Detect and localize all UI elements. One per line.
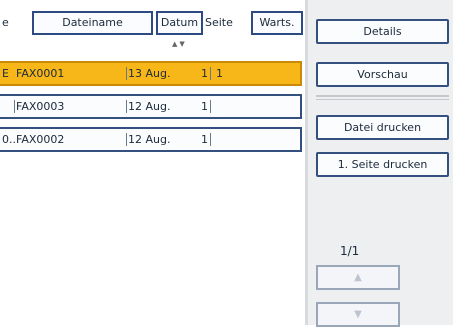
row-date: 12 Aug. — [128, 100, 171, 113]
column-header-filename[interactable]: Dateiname — [32, 11, 153, 35]
sort-direction-icon: ▲▼ — [172, 40, 187, 48]
row-prefix: 0.. — [2, 133, 16, 146]
arrow-up-icon: ▲ — [354, 272, 362, 283]
row-wait: 1 — [216, 67, 223, 80]
cell-divider — [210, 67, 211, 80]
row-date: 13 Aug. — [128, 67, 171, 80]
row-pages: 1 — [201, 133, 208, 146]
cell-divider — [210, 100, 211, 113]
page-down-button[interactable]: ▼ — [316, 302, 400, 327]
arrow-down-icon: ▼ — [354, 309, 362, 320]
table-row[interactable]: FAX0003 12 Aug. 1 — [0, 94, 302, 119]
page-indicator: 1/1 — [340, 244, 360, 258]
cell-divider — [126, 100, 127, 113]
column-header-pages: Seite — [205, 16, 233, 29]
column-header-date[interactable]: Datum — [156, 11, 203, 35]
details-button[interactable]: Details — [316, 19, 449, 44]
divider — [316, 95, 449, 97]
row-filename: FAX0001 — [16, 67, 65, 80]
action-panel: Details Vorschau Datei drucken 1. Seite … — [308, 0, 453, 327]
table-row[interactable]: 0.. FAX0002 12 Aug. 1 — [0, 127, 302, 152]
row-pages: 1 — [201, 100, 208, 113]
row-date: 12 Aug. — [128, 133, 171, 146]
print-first-page-button[interactable]: 1. Seite drucken — [316, 152, 449, 177]
row-prefix: E — [2, 67, 9, 80]
header-prefix-partial: e — [2, 16, 9, 29]
cell-divider — [126, 67, 127, 80]
cell-divider — [14, 100, 15, 113]
row-filename: FAX0003 — [16, 100, 65, 113]
page-up-button[interactable]: ▲ — [316, 265, 400, 290]
preview-button[interactable]: Vorschau — [316, 62, 449, 87]
table-row-selected[interactable]: E FAX0001 13 Aug. 1 1 — [0, 61, 302, 86]
row-filename: FAX0002 — [16, 133, 65, 146]
cell-divider — [210, 133, 211, 146]
divider — [316, 99, 449, 100]
row-pages: 1 — [201, 67, 208, 80]
print-file-button[interactable]: Datei drucken — [316, 115, 449, 140]
cell-divider — [126, 133, 127, 146]
column-header-wait[interactable]: Warts. — [251, 11, 303, 35]
file-list-panel: e Dateiname Datum Seite Warts. ▲▼ E FAX0… — [0, 0, 305, 325]
